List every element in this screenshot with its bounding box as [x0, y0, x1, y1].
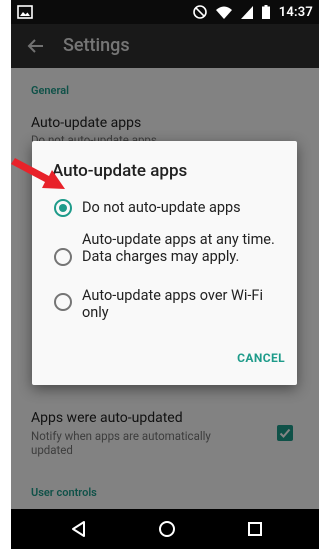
image-icon	[17, 5, 33, 19]
red-arrow-annotation	[11, 158, 65, 189]
battery-icon	[261, 5, 270, 19]
home-circle-icon[interactable]	[157, 519, 177, 539]
option-label: Do not auto-update apps	[82, 199, 241, 216]
recents-square-icon[interactable]	[245, 519, 265, 539]
radio-button-selected[interactable]	[54, 199, 72, 217]
radio-button[interactable]	[54, 293, 72, 311]
status-bar: 14:37	[11, 0, 319, 24]
phone-screen: 14:37 Settings General Auto-update apps …	[11, 0, 319, 549]
option-label: Auto-update apps at any time. Data charg…	[82, 231, 275, 265]
status-time: 14:37	[278, 4, 313, 20]
do-not-disturb-icon	[192, 5, 207, 19]
navigation-bar	[11, 509, 319, 549]
option-do-not-auto-update[interactable]: Do not auto-update apps	[54, 199, 282, 217]
signal-icon	[240, 5, 253, 19]
option-auto-update-wifi-only[interactable]: Auto-update apps over Wi-Fi only	[54, 287, 282, 321]
option-label: Auto-update apps over Wi-Fi only	[82, 287, 263, 321]
back-triangle-icon[interactable]	[69, 519, 89, 539]
status-icons: 14:37	[192, 3, 313, 21]
wifi-icon	[215, 6, 232, 19]
radio-button[interactable]	[54, 248, 72, 266]
cancel-button[interactable]: CANCEL	[237, 351, 285, 365]
option-auto-update-any-time[interactable]: Auto-update apps at any time. Data charg…	[54, 231, 282, 266]
